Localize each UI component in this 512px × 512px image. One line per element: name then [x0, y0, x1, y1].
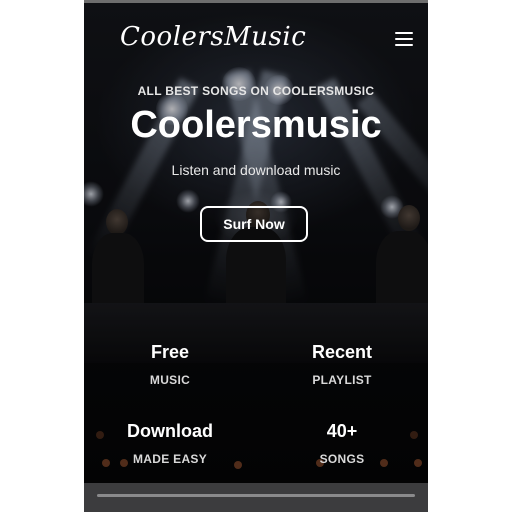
hero-tagline: ALL BEST SONGS ON COOLERSMUSIC: [137, 84, 375, 98]
hamburger-menu-icon[interactable]: [395, 32, 413, 46]
stat-value: 40+: [326, 421, 358, 441]
hero-subtitle: Listen and download music: [171, 162, 341, 178]
stat-label: MADE EASY: [132, 452, 208, 466]
stat-download-made-easy: Download MADE EASY: [90, 421, 250, 466]
stat-value: Recent: [311, 342, 373, 362]
stat-label: PLAYLIST: [312, 373, 372, 387]
surf-now-button[interactable]: Surf Now: [200, 206, 308, 242]
stat-label: MUSIC: [149, 373, 191, 387]
hero-title: Coolersmusic: [130, 104, 382, 146]
stat-free-music: Free MUSIC: [90, 342, 250, 387]
stat-recent-playlist: Recent PLAYLIST: [262, 342, 422, 387]
site-logo[interactable]: CoolersMusic: [120, 22, 306, 52]
stat-value: Download: [127, 421, 213, 441]
stat-songs-count: 40+ SONGS: [262, 421, 422, 466]
bottom-scrollbar-track: [84, 483, 428, 512]
hero-overlay: [84, 3, 428, 483]
stat-value: Free: [150, 342, 190, 362]
scroll-indicator[interactable]: [97, 494, 415, 497]
stat-label: SONGS: [319, 452, 365, 466]
mobile-viewport: CoolersMusic ALL BEST SONGS ON COOLERSMU…: [84, 0, 428, 512]
